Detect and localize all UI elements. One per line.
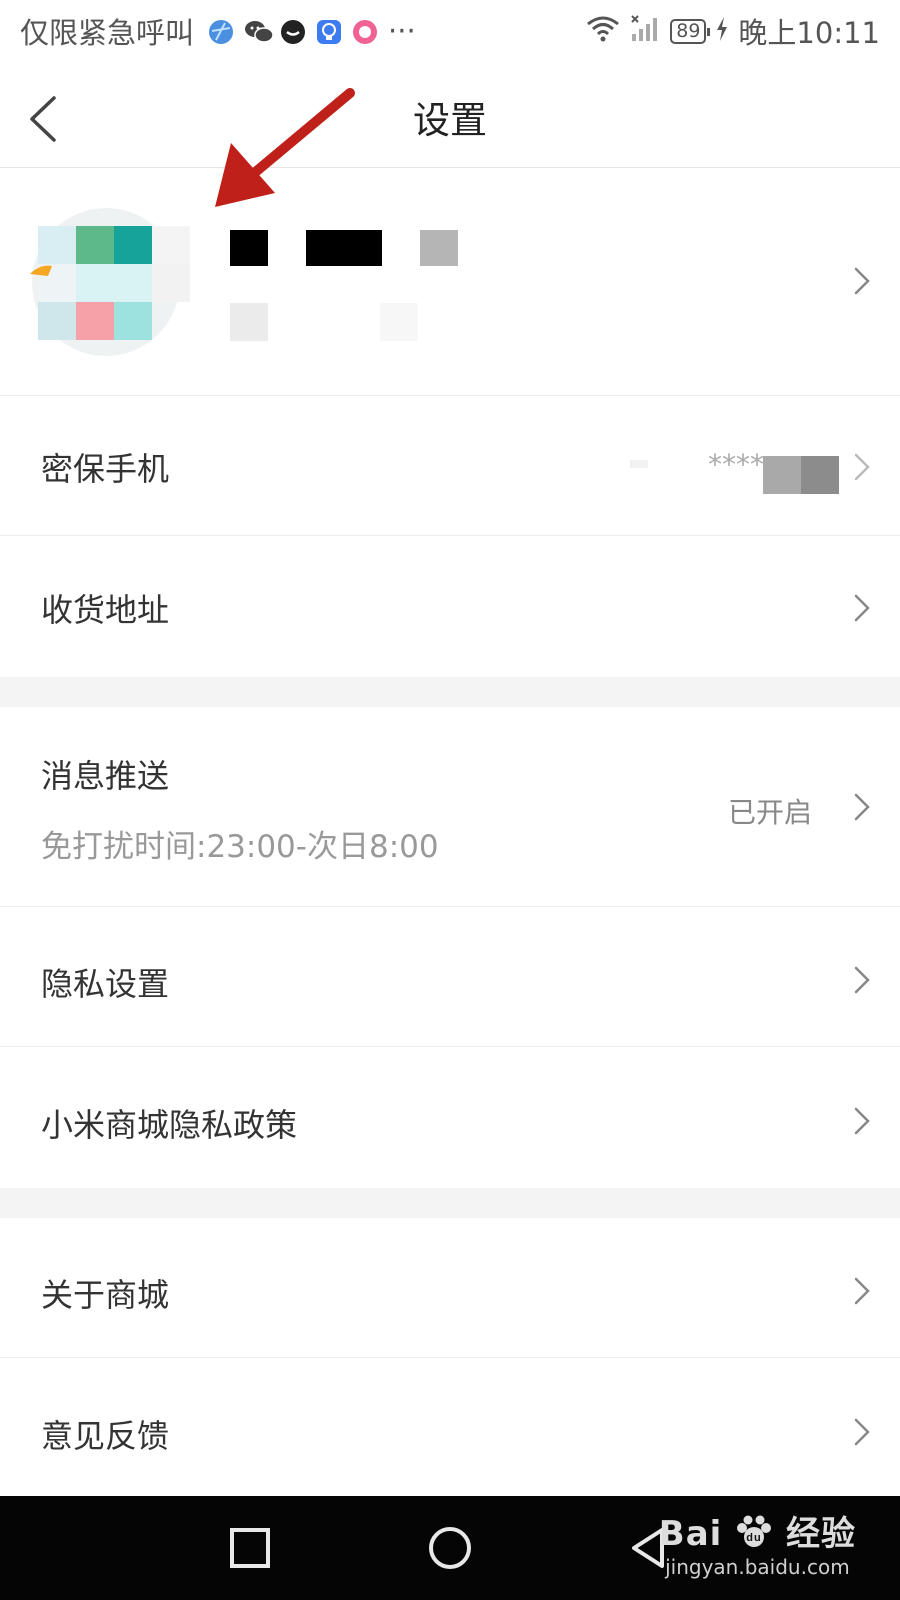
- profile-name-masked: [230, 230, 470, 266]
- chevron-right-icon: [852, 1417, 872, 1447]
- row-label: 小米商城隐私政策: [41, 1106, 298, 1144]
- chevron-right-icon: [852, 792, 872, 822]
- carrier-text: 仅限紧急呼叫: [20, 16, 195, 50]
- row-security-phone[interactable]: 密保手机 ****: [0, 396, 900, 536]
- chevron-right-icon: [852, 1276, 872, 1306]
- row-privacy-settings[interactable]: 隐私设置: [0, 907, 900, 1047]
- row-privacy-policy[interactable]: 小米商城隐私政策: [0, 1048, 900, 1188]
- row-label: 密保手机: [41, 450, 170, 488]
- watermark-url: jingyan.baidu.com: [665, 1555, 850, 1579]
- home-circle-icon[interactable]: [426, 1524, 474, 1572]
- svg-text:du: du: [746, 1532, 761, 1544]
- charging-icon: [716, 14, 728, 48]
- recents-square-icon[interactable]: [226, 1524, 274, 1572]
- avatar-icon[interactable]: [28, 204, 190, 360]
- row-label: 消息推送: [41, 757, 170, 795]
- chevron-right-icon: [852, 1106, 872, 1136]
- more-notifications-icon: ···: [388, 14, 416, 48]
- row-message-push[interactable]: 消息推送 免打扰时间:23:00-次日8:00 已开启: [0, 707, 900, 907]
- masked-phone-number: [630, 452, 840, 496]
- row-feedback[interactable]: 意见反馈: [0, 1359, 900, 1499]
- clock-time: 晚上10:11: [738, 16, 880, 50]
- paw-icon: du: [722, 1514, 786, 1554]
- app-header: 设置: [0, 62, 900, 168]
- chevron-right-icon: [852, 452, 872, 482]
- browser-icon: [208, 18, 234, 44]
- pink-app-icon: [352, 18, 378, 44]
- watermark-brand: Bai: [658, 1514, 723, 1554]
- section-divider: [0, 677, 900, 707]
- wechat-icon: [244, 18, 274, 44]
- row-label: 收货地址: [41, 591, 170, 629]
- row-sublabel: 免打扰时间:23:00-次日8:00: [41, 829, 439, 865]
- chevron-right-icon: [852, 593, 872, 623]
- status-bar: 仅限紧急呼叫 ··· 89 晚上10:11: [0, 0, 900, 62]
- bulb-app-icon: [316, 18, 342, 44]
- baidu-watermark: Bai du 经验 jingyan.baidu.com: [659, 1506, 856, 1579]
- wifi-icon: [586, 14, 620, 49]
- row-label: 隐私设置: [41, 965, 170, 1003]
- watermark-brand-cn: 经验: [786, 1514, 856, 1554]
- row-shipping-address[interactable]: 收货地址: [0, 537, 900, 677]
- battery-indicator: 89: [670, 18, 711, 44]
- signal-icon: [630, 14, 660, 49]
- row-about[interactable]: 关于商城: [0, 1218, 900, 1358]
- row-label: 意见反馈: [41, 1417, 170, 1455]
- chevron-right-icon: [852, 266, 872, 296]
- system-nav-bar: Bai du 经验 jingyan.baidu.com: [0, 1496, 900, 1600]
- push-status: 已开启: [727, 796, 812, 829]
- chevron-right-icon: [852, 965, 872, 995]
- section-divider: [0, 1188, 900, 1218]
- row-label: 关于商城: [41, 1276, 170, 1314]
- message-icon: [280, 18, 306, 44]
- page-title: 设置: [413, 99, 487, 142]
- profile-row[interactable]: [0, 168, 900, 396]
- profile-id-masked: [230, 303, 480, 341]
